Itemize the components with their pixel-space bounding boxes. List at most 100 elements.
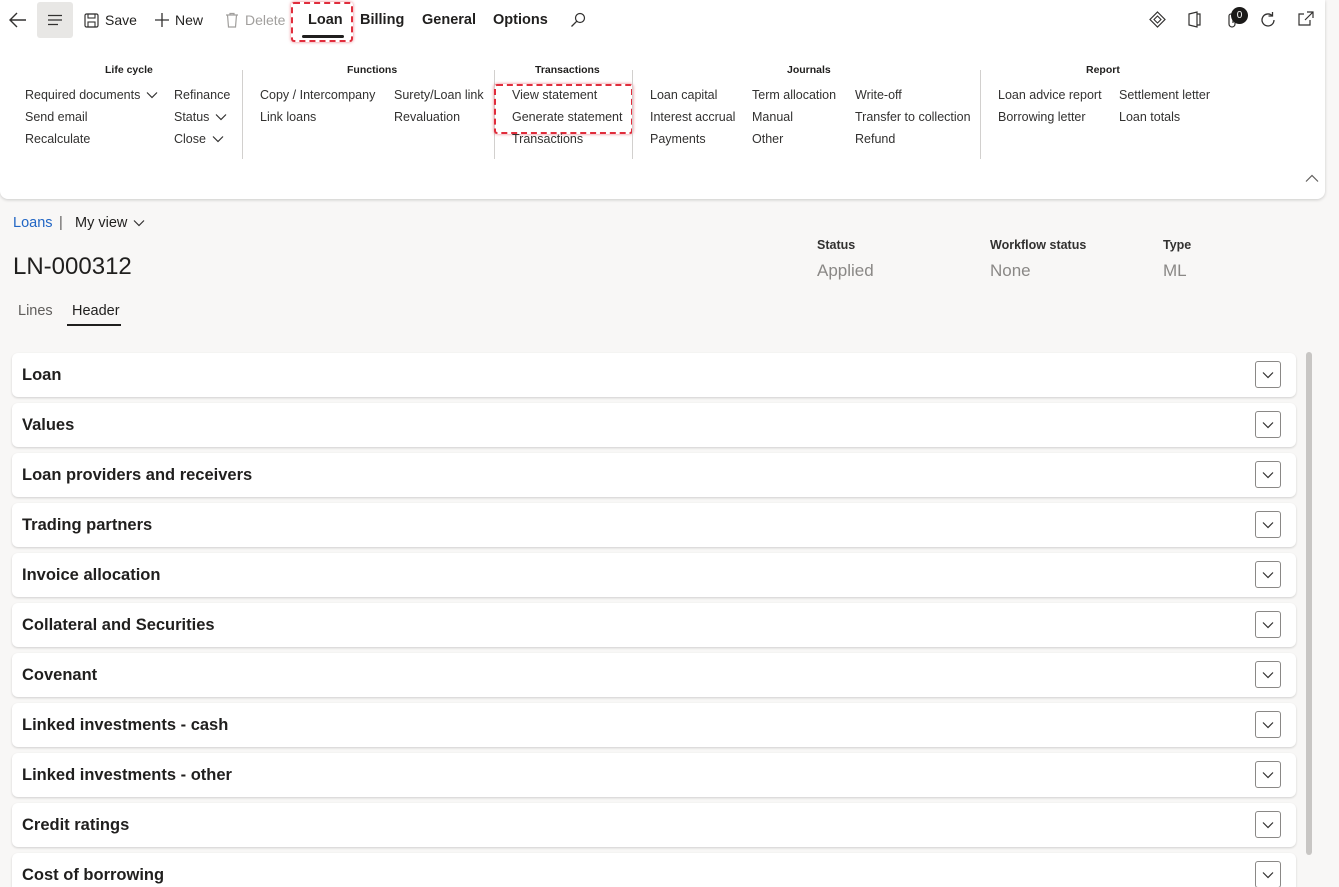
expand-section-button[interactable] [1255, 361, 1281, 388]
section-title: Covenant [22, 666, 98, 684]
term-allocation-button[interactable]: Term allocation [752, 88, 836, 102]
power-apps-button[interactable] [1149, 11, 1166, 33]
manual-label: Manual [752, 110, 793, 124]
tab-header[interactable]: Header [72, 303, 120, 319]
section-title: Loan providers and receivers [22, 466, 253, 484]
close-menu-label: Close [174, 132, 206, 146]
section-cost-of-borrowing[interactable]: Cost of borrowing [12, 853, 1296, 887]
vertical-scrollbar[interactable] [1306, 352, 1312, 855]
section-title: Linked investments - cash [22, 716, 229, 734]
recalculate-button[interactable]: Recalculate [25, 132, 90, 146]
expand-section-button[interactable] [1255, 861, 1281, 887]
status-field-label: Status [817, 238, 856, 252]
borrowing-letter-button[interactable]: Borrowing letter [998, 110, 1086, 124]
section-values[interactable]: Values [12, 403, 1296, 447]
transactions-button[interactable]: Transactions [512, 132, 583, 146]
refund-button[interactable]: Refund [855, 132, 895, 146]
group-divider [242, 70, 243, 159]
back-arrow-icon [9, 12, 26, 28]
settlement-letter-label: Settlement letter [1119, 88, 1211, 102]
tab-billing[interactable]: Billing [360, 12, 404, 28]
payments-button[interactable]: Payments [650, 132, 706, 146]
loan-totals-button[interactable]: Loan totals [1119, 110, 1180, 124]
collapse-ribbon-button[interactable] [1305, 170, 1319, 188]
required-documents-label: Required documents [25, 88, 141, 102]
loan-advice-report-label: Loan advice report [998, 88, 1102, 102]
manual-button[interactable]: Manual [752, 110, 793, 124]
expand-section-button[interactable] [1255, 561, 1281, 588]
status-field-value: Applied [817, 261, 874, 280]
open-new-window-button[interactable] [1297, 11, 1314, 32]
delete-button[interactable]: Delete [225, 12, 285, 28]
section-invoice-allocation[interactable]: Invoice allocation [12, 553, 1296, 597]
copy-intercompany-button[interactable]: Copy / Intercompany [260, 88, 375, 102]
save-button[interactable]: Save [84, 12, 137, 28]
expand-section-button[interactable] [1255, 461, 1281, 488]
chevron-down-icon [1262, 471, 1274, 478]
tab-lines[interactable]: Lines [18, 303, 53, 319]
breadcrumb-loans-link[interactable]: Loans [13, 215, 53, 231]
section-loan[interactable]: Loan [12, 353, 1296, 397]
generate-statement-button[interactable]: Generate statement [512, 110, 622, 124]
refinance-label: Refinance [174, 88, 231, 102]
expand-section-button[interactable] [1255, 761, 1281, 788]
write-off-button[interactable]: Write-off [855, 88, 902, 102]
section-credit-ratings[interactable]: Credit ratings [12, 803, 1296, 847]
attachments-count-badge: 0 [1231, 7, 1248, 24]
expand-section-button[interactable] [1255, 811, 1281, 838]
trash-icon [226, 12, 238, 28]
section-linked-investments-cash[interactable]: Linked investments - cash [12, 703, 1296, 747]
send-email-button[interactable]: Send email [25, 110, 88, 124]
close-menu[interactable]: Close [174, 132, 224, 146]
chevron-down-icon [1262, 571, 1274, 578]
link-loans-button[interactable]: Link loans [260, 110, 316, 124]
refinance-button[interactable]: Refinance [174, 88, 230, 102]
revaluation-button[interactable]: Revaluation [394, 110, 460, 124]
section-covenant[interactable]: Covenant [12, 653, 1296, 697]
section-trading-partners[interactable]: Trading partners [12, 503, 1296, 547]
term-allocation-label: Term allocation [752, 88, 837, 102]
workflow-status-field-label: Workflow status [990, 238, 1087, 252]
tab-options[interactable]: Options [493, 12, 548, 28]
highlight-loan-tab [291, 2, 353, 42]
other-button[interactable]: Other [752, 132, 783, 146]
office-button[interactable] [1187, 11, 1202, 33]
section-title: Invoice allocation [22, 566, 161, 584]
view-statement-button[interactable]: View statement [512, 88, 597, 102]
back-button[interactable] [8, 11, 28, 29]
menu-button[interactable] [37, 2, 73, 38]
section-linked-investments-other[interactable]: Linked investments - other [12, 753, 1296, 797]
loan-advice-report-button[interactable]: Loan advice report [998, 88, 1102, 102]
tab-general[interactable]: General [422, 12, 476, 28]
plus-icon [155, 13, 169, 27]
section-title: Collateral and Securities [22, 616, 215, 634]
view-statement-label: View statement [512, 88, 598, 102]
status-menu[interactable]: Status [174, 110, 227, 124]
surety-loan-link-button[interactable]: Surety/Loan link [394, 88, 484, 102]
copy-intercompany-label: Copy / Intercompany [260, 88, 376, 102]
section-collateral-and-securities[interactable]: Collateral and Securities [12, 603, 1296, 647]
record-title: LN-000312 [13, 253, 132, 280]
view-selector[interactable]: My view [75, 215, 145, 231]
delete-label: Delete [245, 12, 286, 28]
save-icon [84, 12, 99, 28]
office-icon [1188, 11, 1201, 28]
expand-section-button[interactable] [1255, 711, 1281, 738]
settlement-letter-button[interactable]: Settlement letter [1119, 88, 1210, 102]
refresh-button[interactable] [1259, 11, 1277, 34]
expand-section-button[interactable] [1255, 411, 1281, 438]
expand-section-button[interactable] [1255, 661, 1281, 688]
save-label: Save [105, 12, 137, 28]
section-loan-providers-and-receivers[interactable]: Loan providers and receivers [12, 453, 1296, 497]
loan-capital-button[interactable]: Loan capital [650, 88, 717, 102]
expand-section-button[interactable] [1255, 511, 1281, 538]
transactions-label: Transactions [512, 132, 584, 146]
transfer-to-collection-button[interactable]: Transfer to collection [855, 110, 971, 124]
required-documents-menu[interactable]: Required documents [25, 88, 158, 102]
interest-accrual-button[interactable]: Interest accrual [650, 110, 735, 124]
expand-section-button[interactable] [1255, 611, 1281, 638]
new-button[interactable]: New [154, 12, 203, 28]
link-loans-label: Link loans [260, 110, 317, 124]
search-button[interactable] [570, 12, 586, 28]
recalculate-label: Recalculate [25, 132, 91, 146]
